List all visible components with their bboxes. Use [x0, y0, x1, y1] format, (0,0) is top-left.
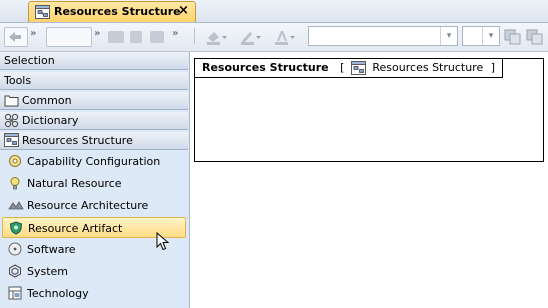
font-size-combo[interactable]: ▾	[462, 26, 500, 46]
diagram-frame-header: Resources Structure [ Resources Structur…	[195, 59, 504, 78]
item-label: Technology	[27, 287, 89, 300]
back-arrow-icon	[9, 32, 21, 42]
font-family-combo[interactable]: ▾	[308, 26, 458, 46]
item-label: Software	[27, 243, 76, 256]
capability-configuration-icon	[8, 154, 22, 171]
diagram-icon	[350, 61, 366, 78]
diagram-icon	[4, 133, 19, 150]
toolbar-separator	[194, 28, 195, 44]
diagram-canvas[interactable]: Resources Structure [ Resources Structur…	[190, 52, 548, 308]
frame-type: Resources Structure	[372, 61, 484, 74]
item-label: Capability Configuration	[27, 155, 161, 168]
chevron-down-icon: ▾	[482, 27, 499, 45]
palette-panel: Selection Tools Common Dictionary Resour…	[0, 52, 190, 308]
font-color-icon[interactable]	[274, 29, 296, 47]
back-button[interactable]	[4, 27, 28, 47]
close-icon[interactable]: ×	[178, 3, 189, 18]
item-label: System	[27, 265, 69, 278]
palette-section-dictionary[interactable]: Dictionary	[0, 112, 188, 130]
palette-section-tools[interactable]: Tools	[0, 72, 188, 90]
software-icon	[8, 242, 22, 259]
layout-icon[interactable]	[108, 31, 124, 43]
frame-bracket-close: ]	[490, 61, 496, 74]
diagram-frame[interactable]: Resources Structure [ Resources Structur…	[194, 58, 544, 162]
tab-resources-structure[interactable]: Resources Structure ×	[28, 1, 196, 22]
tab-title: Resources Structure	[54, 5, 181, 18]
paste-icon[interactable]	[526, 29, 544, 47]
item-label: Resource Architecture	[27, 199, 149, 212]
palette-section-selection[interactable]: Selection	[0, 52, 188, 70]
section-label: Resources Structure	[22, 134, 133, 147]
frame-bracket-open: [	[340, 61, 345, 74]
mouse-cursor-icon	[156, 231, 172, 255]
section-label: Selection	[4, 54, 55, 67]
resource-architecture-icon	[8, 198, 24, 215]
section-label: Tools	[4, 74, 32, 87]
dictionary-icon	[4, 113, 19, 131]
fill-color-icon[interactable]	[206, 29, 228, 47]
technology-icon	[8, 286, 22, 303]
line-color-icon[interactable]	[240, 29, 262, 47]
diagram-toolbar: » » » ▾ ▾	[0, 23, 548, 52]
palette-item-natural-resource[interactable]: Natural Resource	[2, 173, 186, 194]
section-label: Dictionary	[22, 114, 79, 127]
item-label: Resource Artifact	[28, 222, 123, 235]
zoom-combo[interactable]	[46, 27, 92, 47]
item-label: Natural Resource	[27, 177, 122, 190]
resource-artifact-icon	[9, 221, 23, 238]
toolbar-overflow-chevron[interactable]: »	[30, 28, 36, 39]
toolbar-overflow-chevron-2[interactable]: »	[94, 28, 100, 39]
section-label: Common	[22, 94, 72, 107]
folder-icon	[4, 93, 19, 110]
palette-section-common[interactable]: Common	[0, 92, 188, 110]
frame-name: Resources Structure	[202, 61, 329, 74]
palette-item-capability-configuration[interactable]: Capability Configuration	[2, 151, 186, 172]
palette-item-technology[interactable]: Technology	[2, 283, 186, 304]
palette-item-system[interactable]: System	[2, 261, 186, 282]
copy-icon[interactable]	[504, 29, 522, 47]
diagram-icon	[35, 5, 50, 22]
palette-item-resource-architecture[interactable]: Resource Architecture	[2, 195, 186, 216]
align-icon[interactable]	[130, 31, 142, 43]
system-icon	[8, 264, 22, 281]
image-icon[interactable]	[150, 31, 164, 43]
natural-resource-icon	[8, 176, 22, 193]
chevron-down-icon: ▾	[440, 27, 457, 45]
palette-section-resources-structure[interactable]: Resources Structure	[0, 132, 188, 150]
tab-bar: Resources Structure ×	[0, 0, 548, 23]
toolbar-overflow-chevron-3[interactable]: »	[172, 28, 178, 39]
